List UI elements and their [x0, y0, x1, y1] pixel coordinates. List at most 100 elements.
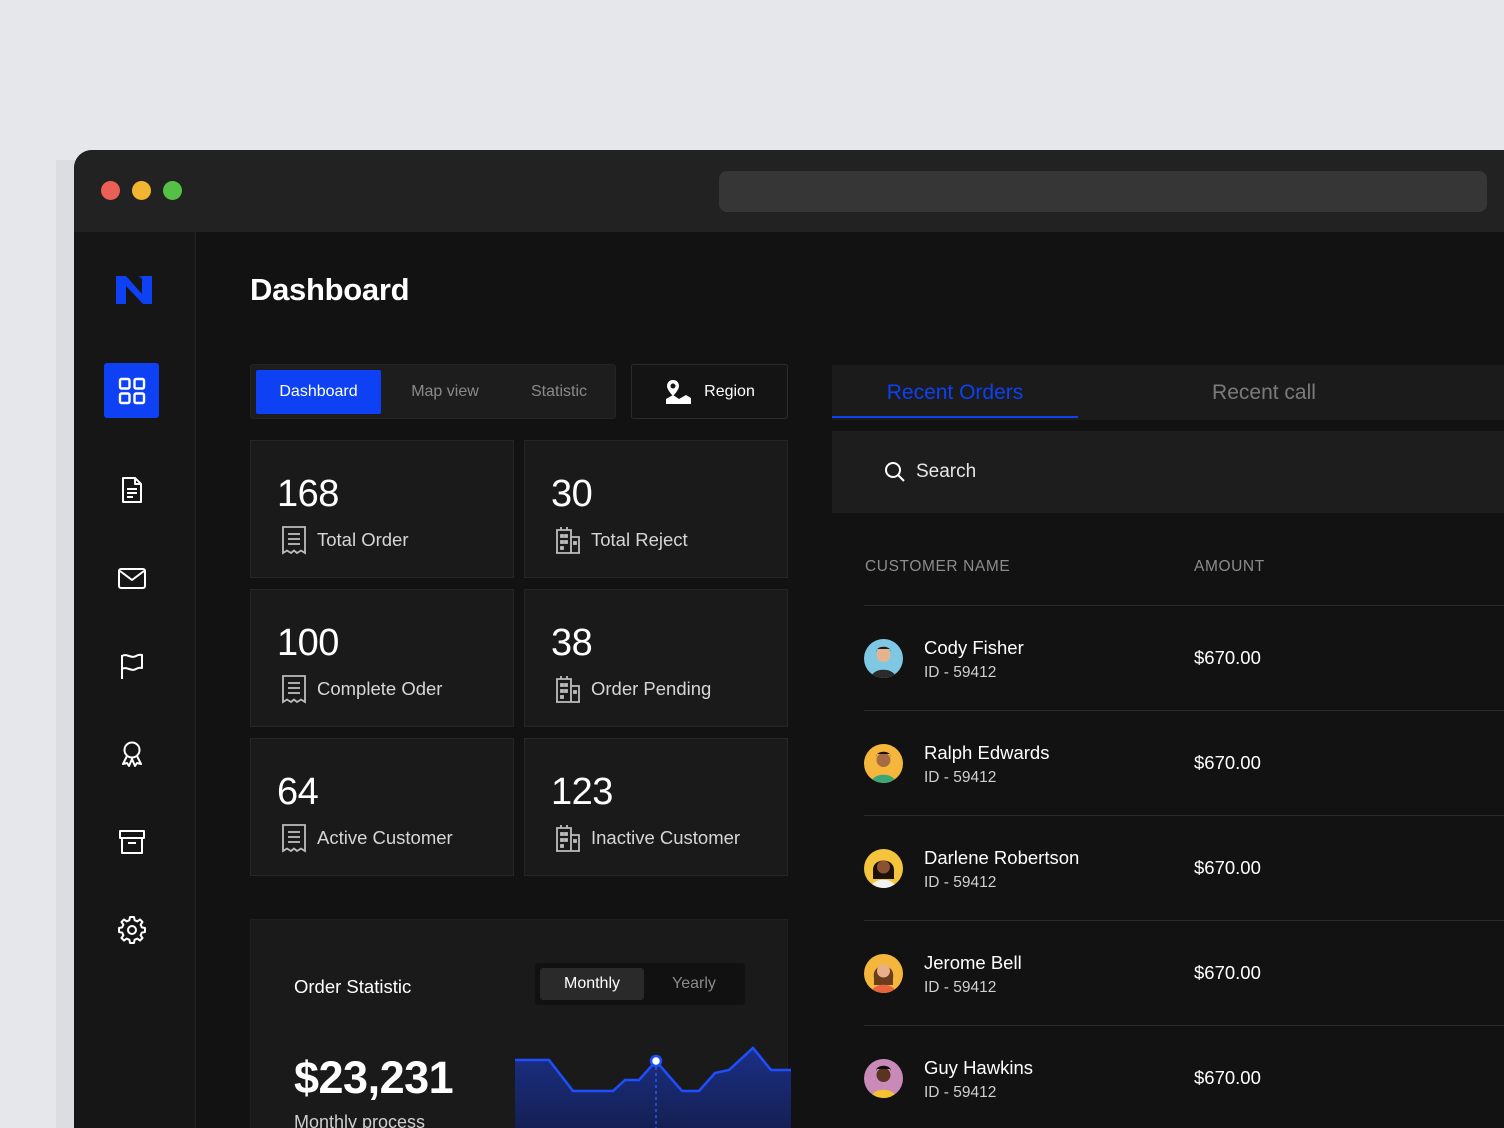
table-row[interactable]: Ralph Edwards ID - 59412 $670.00	[864, 711, 1504, 815]
flag-icon	[120, 653, 143, 679]
order-amount: $670.00	[1194, 647, 1261, 668]
close-window-button[interactable]	[101, 181, 120, 200]
stat-label: Inactive Customer	[591, 827, 741, 848]
order-amount: $670.00	[1194, 962, 1261, 983]
minimize-window-button[interactable]	[132, 181, 151, 200]
customer-id: ID - 59412	[924, 664, 997, 681]
order-amount: $670.00	[1194, 752, 1261, 773]
toggle-yearly[interactable]: Yearly	[647, 968, 741, 1000]
receipt-icon	[282, 824, 306, 853]
stat-card-total-reject: 30 Total Reject	[524, 440, 788, 578]
table-row[interactable]: Guy Hawkins ID - 59412 $670.00	[864, 1026, 1504, 1128]
customer-name: Darlene Robertson	[924, 847, 1080, 868]
column-header-customer-name: CUSTOMER NAME	[865, 558, 1011, 575]
avatar	[864, 954, 903, 993]
order-statistic-title: Order Statistic	[294, 976, 412, 997]
receipt-icon	[282, 675, 306, 704]
stat-label-row: Inactive Customer	[555, 823, 740, 853]
avatar	[864, 744, 903, 783]
stat-card-complete-order: 100 Complete Oder	[250, 589, 514, 727]
tab-recent-orders[interactable]: Recent Orders	[832, 365, 1078, 418]
building-icon	[556, 825, 580, 852]
main-content: Dashboard Dashboard Map view Statistic R…	[196, 232, 1504, 1128]
column-header-amount: AMOUNT	[1194, 558, 1265, 575]
stat-label-row: Complete Oder	[281, 674, 442, 704]
order-statistic-card: Order Statistic Monthly Yearly $23,231 M…	[250, 919, 791, 1128]
view-tabs: Dashboard Map view Statistic	[250, 364, 616, 419]
stat-card-active-customer: 64 Active Customer	[250, 738, 514, 876]
stat-label-row: Active Customer	[281, 823, 453, 853]
order-sparkline	[515, 1046, 791, 1128]
sidebar-item-mail[interactable]	[104, 550, 159, 605]
orders-tabs: Recent Orders Recent call	[832, 365, 1504, 420]
stat-card-order-pending: 38 Order Pending	[524, 589, 788, 727]
search-box	[832, 431, 1504, 513]
sidebar-item-settings[interactable]	[104, 902, 159, 957]
customer-id: ID - 59412	[924, 979, 997, 996]
tab-statistic[interactable]: Statistic	[509, 370, 609, 414]
stat-label: Order Pending	[591, 678, 712, 699]
brand-logo-icon	[116, 276, 152, 304]
stat-label: Active Customer	[317, 827, 453, 848]
document-icon	[121, 476, 142, 503]
sidebar-item-dashboard[interactable]	[104, 363, 159, 418]
map-pin-icon	[666, 379, 692, 404]
customer-id: ID - 59412	[924, 769, 997, 786]
region-button[interactable]: Region	[631, 364, 788, 419]
stat-value: 123	[551, 771, 613, 813]
building-icon	[556, 676, 580, 703]
search-icon	[885, 462, 905, 482]
window-titlebar	[74, 150, 1504, 232]
table-row[interactable]: Cody Fisher ID - 59412 $670.00	[864, 606, 1504, 710]
stat-label-row: Total Reject	[555, 525, 688, 555]
toggle-monthly[interactable]: Monthly	[540, 968, 644, 1000]
stat-label: Complete Oder	[317, 678, 443, 699]
stat-value: 30	[551, 473, 593, 515]
customer-id: ID - 59412	[924, 1084, 997, 1101]
building-icon	[556, 527, 580, 554]
stat-label: Total Reject	[591, 529, 688, 550]
sidebar-item-archive[interactable]	[104, 814, 159, 869]
customer-name: Guy Hawkins	[924, 1057, 1033, 1078]
customer-id: ID - 59412	[924, 874, 997, 891]
stat-label-row: Total Order	[281, 525, 409, 555]
table-row[interactable]: Darlene Robertson ID - 59412 $670.00	[864, 816, 1504, 920]
sidebar	[74, 232, 196, 1128]
stat-value: 64	[277, 771, 319, 813]
table-row[interactable]: Jerome Bell ID - 59412 $670.00	[864, 921, 1504, 1025]
sidebar-item-documents[interactable]	[104, 462, 159, 517]
stat-label-row: Order Pending	[555, 674, 711, 704]
order-statistic-subtitle: Monthly process	[294, 1112, 426, 1128]
app-window: Dashboard Dashboard Map view Statistic R…	[74, 150, 1504, 1128]
avatar	[864, 849, 903, 888]
customer-name: Cody Fisher	[924, 637, 1024, 658]
order-amount: $670.00	[1194, 1067, 1261, 1088]
gear-icon	[117, 915, 146, 944]
receipt-icon	[282, 526, 306, 555]
stat-value: 100	[277, 622, 339, 664]
stat-value: 38	[551, 622, 593, 664]
stat-value: 168	[277, 473, 339, 515]
avatar	[864, 639, 903, 678]
region-button-label: Region	[704, 382, 755, 400]
customer-name: Ralph Edwards	[924, 742, 1050, 763]
sparkline-marker[interactable]	[649, 1054, 663, 1068]
award-icon	[121, 741, 142, 767]
period-toggle: Monthly Yearly	[535, 963, 745, 1005]
tab-dashboard[interactable]: Dashboard	[256, 370, 381, 414]
mail-icon	[117, 567, 146, 589]
address-bar[interactable]	[719, 171, 1487, 212]
sidebar-item-flags[interactable]	[104, 638, 159, 693]
search-input[interactable]	[916, 461, 1316, 483]
customer-name: Jerome Bell	[924, 952, 1022, 973]
archive-icon	[118, 829, 145, 854]
tab-map-view[interactable]: Map view	[386, 370, 504, 414]
grid-icon	[118, 377, 145, 404]
stat-label: Total Order	[317, 529, 409, 550]
avatar	[864, 1059, 903, 1098]
sidebar-item-awards[interactable]	[104, 726, 159, 781]
stat-card-total-order: 168 Total Order	[250, 440, 514, 578]
stat-card-inactive-customer: 123 Inactive Customer	[524, 738, 788, 876]
maximize-window-button[interactable]	[163, 181, 182, 200]
tab-recent-call[interactable]: Recent call	[1140, 365, 1388, 418]
